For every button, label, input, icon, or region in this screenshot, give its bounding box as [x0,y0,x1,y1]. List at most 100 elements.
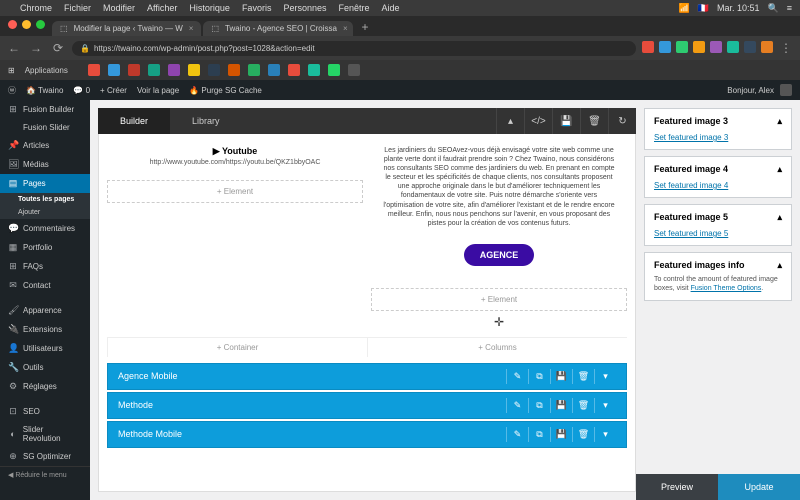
menu-help[interactable]: Aide [382,3,400,13]
bookmark-icon[interactable] [188,64,200,76]
sidebar-item-fusion-slider[interactable]: Fusion Slider [0,119,90,136]
edit-icon[interactable]: ✎ [506,398,528,413]
section-bar[interactable]: Methode Mobile ✎ ⧉ 💾 🗑 ▾ [107,421,627,448]
ext-icon[interactable] [727,41,739,53]
maximize-window[interactable] [36,20,45,29]
toggle-icon[interactable]: ▴ [777,212,782,223]
youtube-element[interactable]: ▶ Youtube http://www.youtube.com/https:/… [107,142,363,170]
sidebar-item-articles[interactable]: 📌Articles [0,136,90,155]
clone-icon[interactable]: ⧉ [528,427,550,442]
ext-icon[interactable] [744,41,756,53]
tab-library[interactable]: Library [170,108,242,134]
menu-chrome[interactable]: Chrome [20,3,52,13]
clone-icon[interactable]: ⧉ [528,398,550,413]
tab-builder[interactable]: Builder [98,108,170,134]
menu-icon[interactable]: ≡ [787,3,792,13]
section-bar[interactable]: Methode ✎ ⧉ 💾 🗑 ▾ [107,392,627,419]
trash-icon[interactable]: 🗑 [572,427,594,442]
code-icon[interactable]: </> [524,108,552,134]
save-icon[interactable]: 💾 [550,369,572,384]
browser-tab-2[interactable]: ⬚ Twaino - Agence SEO | Croissa × [203,21,353,36]
menu-file[interactable]: Fichier [64,3,91,13]
back-button[interactable]: ← [6,41,22,55]
apps-label[interactable]: Applications [25,66,68,75]
wifi-icon[interactable]: 📶 [679,3,690,14]
ext-icon[interactable] [676,41,688,53]
bookmark-icon[interactable] [288,64,300,76]
edit-icon[interactable]: ✎ [506,427,528,442]
sidebar-item-users[interactable]: 👤Utilisateurs [0,339,90,358]
wp-purge-cache[interactable]: 🔥 Purge SG Cache [189,86,262,95]
minimize-window[interactable] [22,20,31,29]
menu-favorites[interactable]: Favoris [242,3,272,13]
menu-people[interactable]: Personnes [283,3,326,13]
wp-view-page[interactable]: Voir la page [137,86,179,95]
ext-icon[interactable] [761,41,773,53]
avatar[interactable] [780,84,792,96]
sidebar-item-sg-optimizer[interactable]: ⊕SG Optimizer [0,447,90,466]
sidebar-item-tools[interactable]: 🔧Outils [0,358,90,377]
add-element-button[interactable]: + Element [107,180,363,203]
section-bar[interactable]: Agence Mobile ✎ ⧉ 💾 🗑 ▾ [107,363,627,390]
spotlight-icon[interactable]: 🔍 [768,3,779,14]
wp-greeting[interactable]: Bonjour, Alex [727,86,774,95]
sidebar-item-comments[interactable]: 💬Commentaires [0,219,90,238]
close-tab-icon[interactable]: × [189,24,194,33]
url-input[interactable]: 🔒 https://twaino.com/wp-admin/post.php?p… [72,41,636,56]
close-tab-icon[interactable]: × [343,24,348,33]
bookmark-icon[interactable] [308,64,320,76]
set-featured-link[interactable]: Set featured image 3 [654,133,728,142]
save-icon[interactable]: 💾 [550,427,572,442]
bookmark-icon[interactable] [88,64,100,76]
forward-button[interactable]: → [28,41,44,55]
ext-icon[interactable] [642,41,654,53]
bookmark-icon[interactable] [208,64,220,76]
add-columns-button[interactable]: + Columns [367,338,627,357]
close-window[interactable] [8,20,17,29]
chrome-menu-icon[interactable]: ⋮ [778,41,794,55]
clone-icon[interactable]: ⧉ [528,369,550,384]
sidebar-item-settings[interactable]: ⚙Réglages [0,377,90,396]
wp-new-link[interactable]: + Créer [100,86,127,95]
sidebar-item-extensions[interactable]: 🔌Extensions [0,320,90,339]
agence-button[interactable]: AGENCE [464,244,535,266]
set-featured-link[interactable]: Set featured image 5 [654,229,728,238]
apps-icon[interactable]: ⊞ [8,66,15,75]
bookmark-icon[interactable] [148,64,160,76]
save-icon[interactable]: 💾 [552,108,580,134]
chevron-down-icon[interactable]: ▾ [594,398,616,413]
update-button[interactable]: Update [718,474,800,500]
bookmark-icon[interactable] [168,64,180,76]
sidebar-item-fusion-builder[interactable]: ⊞Fusion Builder [0,100,90,119]
sidebar-item-portfolio[interactable]: ▦Portfolio [0,238,90,257]
history-icon[interactable]: ↻ [608,108,636,134]
sidebar-sub-add[interactable]: Ajouter [0,206,90,219]
bookmark-icon[interactable] [348,64,360,76]
trash-icon[interactable]: 🗑 [572,398,594,413]
sidebar-collapse[interactable]: ◀ Réduire le menu [0,466,90,483]
menu-edit[interactable]: Modifier [103,3,135,13]
add-element-button[interactable]: + Element [371,288,627,311]
edit-icon[interactable]: ✎ [506,369,528,384]
ext-icon[interactable] [710,41,722,53]
toggle-icon[interactable]: ▴ [777,260,782,271]
browser-tab-1[interactable]: ⬚ Modifier la page ‹ Twaino — W × [52,21,201,36]
bookmark-icon[interactable] [108,64,120,76]
menu-window[interactable]: Fenêtre [338,3,369,13]
wp-comments-link[interactable]: 💬 0 [73,86,90,95]
trash-icon[interactable]: 🗑 [580,108,608,134]
wp-site-link[interactable]: 🏠 Twaino [26,86,63,95]
new-tab-button[interactable]: + [355,18,374,36]
save-icon[interactable]: 💾 [550,398,572,413]
flag-icon[interactable]: 🇫🇷 [698,3,709,14]
menu-history[interactable]: Historique [189,3,230,13]
set-featured-link[interactable]: Set featured image 4 [654,181,728,190]
ext-icon[interactable] [693,41,705,53]
sidebar-item-contact[interactable]: ✉Contact [0,276,90,295]
chevron-down-icon[interactable]: ▾ [594,427,616,442]
trash-icon[interactable]: 🗑 [572,369,594,384]
sidebar-item-pages[interactable]: ▤Pages [0,174,90,193]
theme-options-link[interactable]: Fusion Theme Options [691,285,762,292]
bookmark-icon[interactable] [268,64,280,76]
bookmark-icon[interactable] [248,64,260,76]
